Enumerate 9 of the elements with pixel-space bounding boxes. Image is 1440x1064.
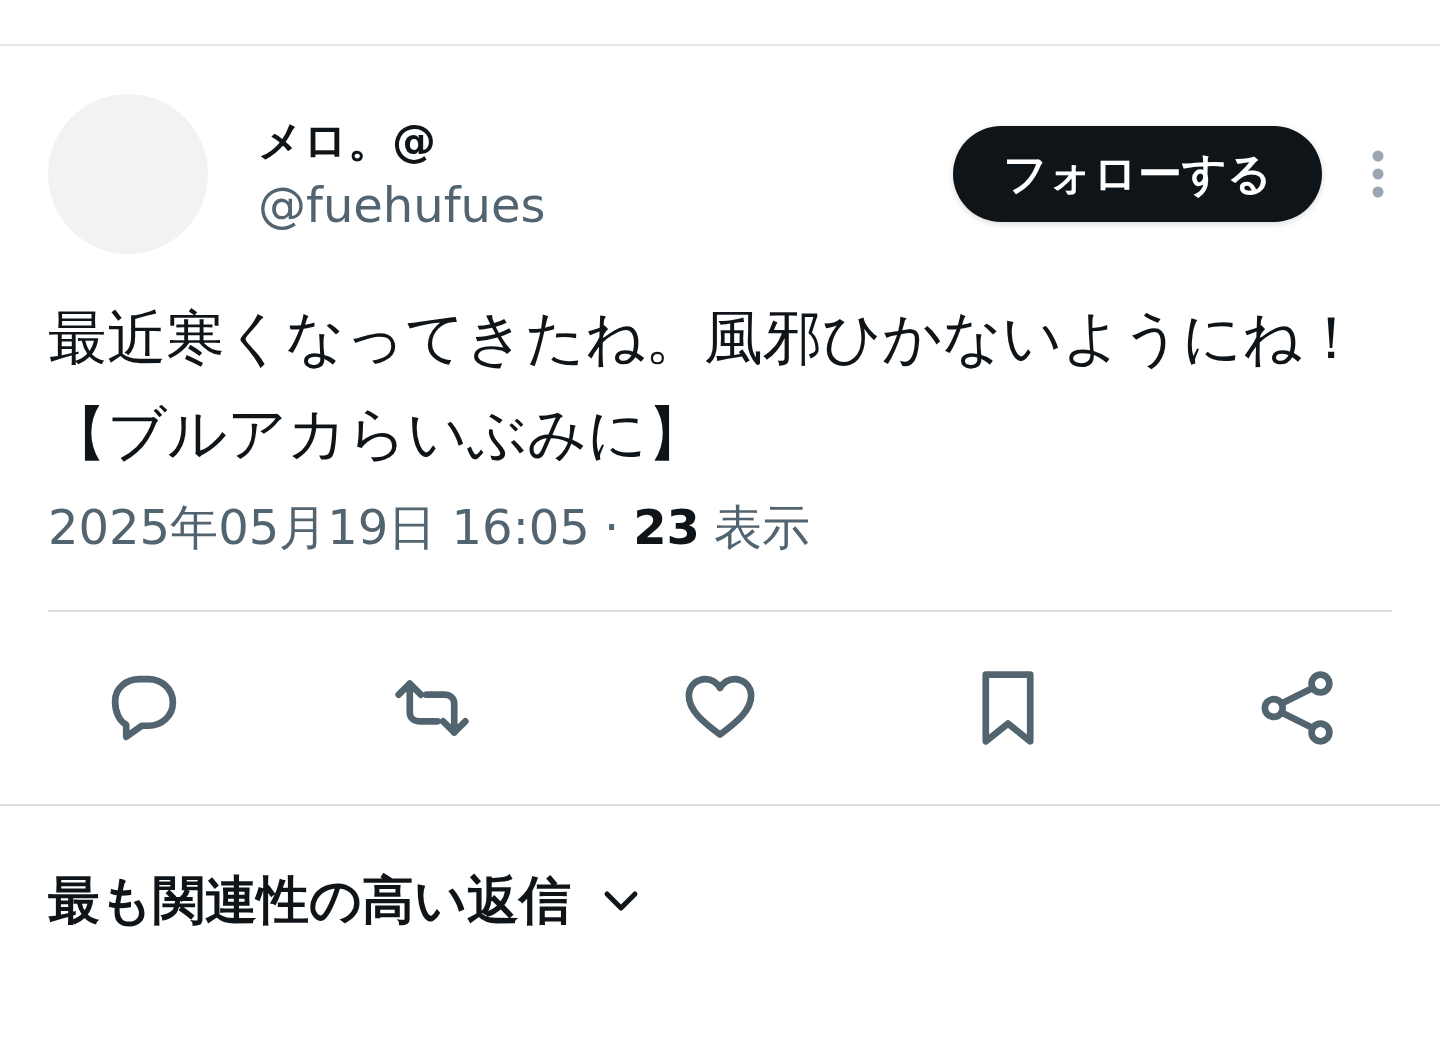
follow-button[interactable]: フォローする [953,126,1322,222]
timestamp[interactable]: 2025年05月19日 16:05 [48,496,590,560]
username[interactable]: @fuehufues [258,172,953,238]
view-count: 23 [633,499,700,555]
post-text: 最近寒くなってきたね。風邪ひかないようにね！【ブルアカらいぶみに】 [47,302,1362,470]
separator: · [603,499,620,555]
views-label: 表示 [713,498,810,557]
sort-label[interactable]: 最も関連性の高い返信 [48,866,571,936]
display-name[interactable]: メロ。@ [258,110,953,172]
